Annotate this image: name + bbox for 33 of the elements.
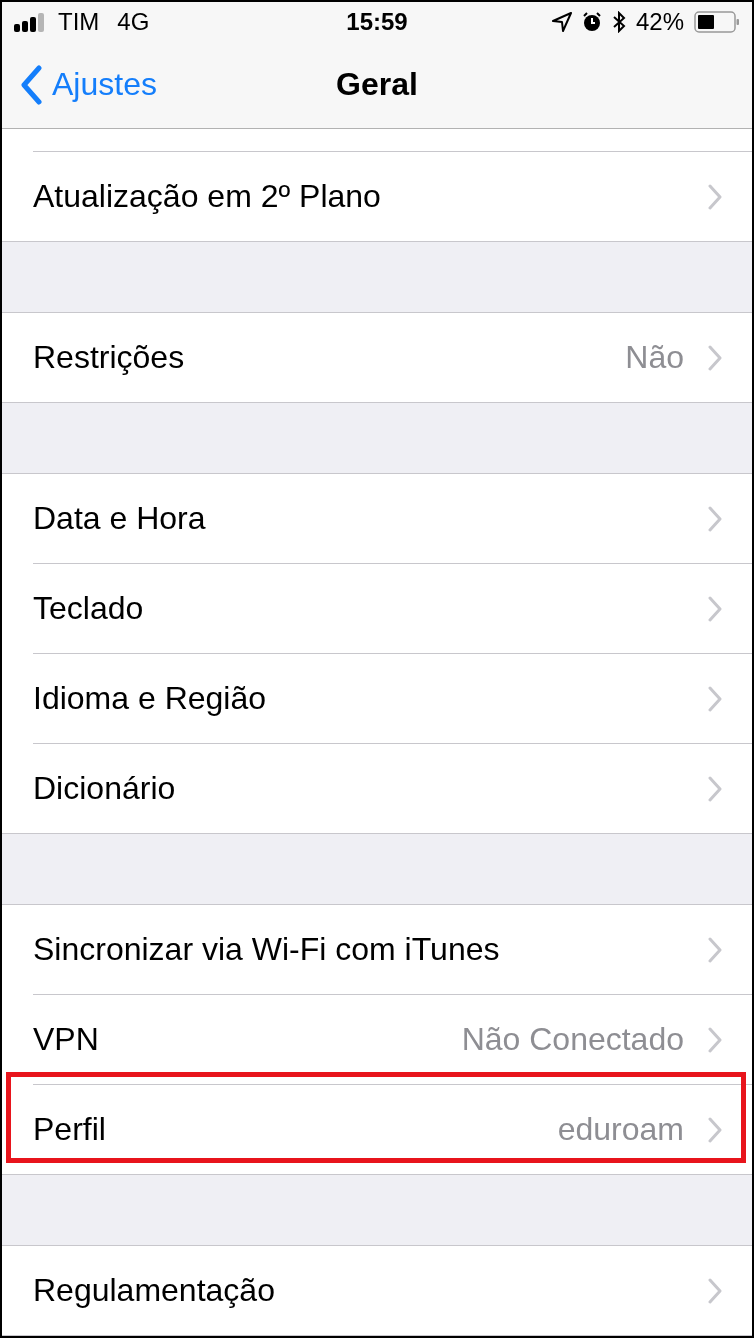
settings-row[interactable]: Perfil eduroam	[2, 1085, 752, 1174]
battery-icon	[694, 10, 740, 33]
alarm-clock-icon	[581, 11, 602, 32]
settings-row[interactable]: Data e Hora	[2, 474, 752, 563]
chevron-right-icon	[708, 775, 722, 802]
settings-row[interactable]: Sincronizar via Wi-Fi com iTunes	[2, 905, 752, 994]
chevron-right-icon	[708, 1277, 722, 1304]
bluetooth-icon	[611, 10, 626, 33]
chevron-right-icon	[708, 1116, 722, 1143]
settings-row[interactable]: Restrições Não	[2, 313, 752, 402]
clock-time: 15:59	[346, 7, 408, 35]
settings-row[interactable]: Regulamentação	[2, 1246, 752, 1335]
settings-row[interactable]: VPN Não Conectado	[2, 995, 752, 1084]
screen-title: Geral	[336, 66, 418, 103]
chevron-right-icon	[708, 685, 722, 712]
chevron-right-icon	[708, 1026, 722, 1053]
chevron-right-icon	[708, 936, 722, 963]
row-value: Não Conectado	[461, 1021, 684, 1058]
chevron-right-icon	[708, 183, 722, 210]
battery-percentage: 42%	[635, 7, 684, 36]
chevron-right-icon	[708, 344, 722, 371]
chevron-right-icon	[708, 505, 722, 532]
row-value: eduroam	[557, 1111, 684, 1148]
carrier-name: TIM	[58, 7, 100, 36]
settings-row[interactable]: Teclado	[2, 564, 752, 653]
location-arrow-icon	[551, 11, 572, 32]
settings-row[interactable]: Dicionário	[2, 744, 752, 833]
back-button[interactable]: Ajustes	[20, 64, 157, 105]
chevron-right-icon	[708, 595, 722, 622]
network-type: 4G	[117, 7, 150, 36]
row-value: Não	[625, 339, 684, 376]
chevron-left-icon	[20, 64, 42, 105]
settings-row[interactable]: Idioma e Região	[2, 654, 752, 743]
